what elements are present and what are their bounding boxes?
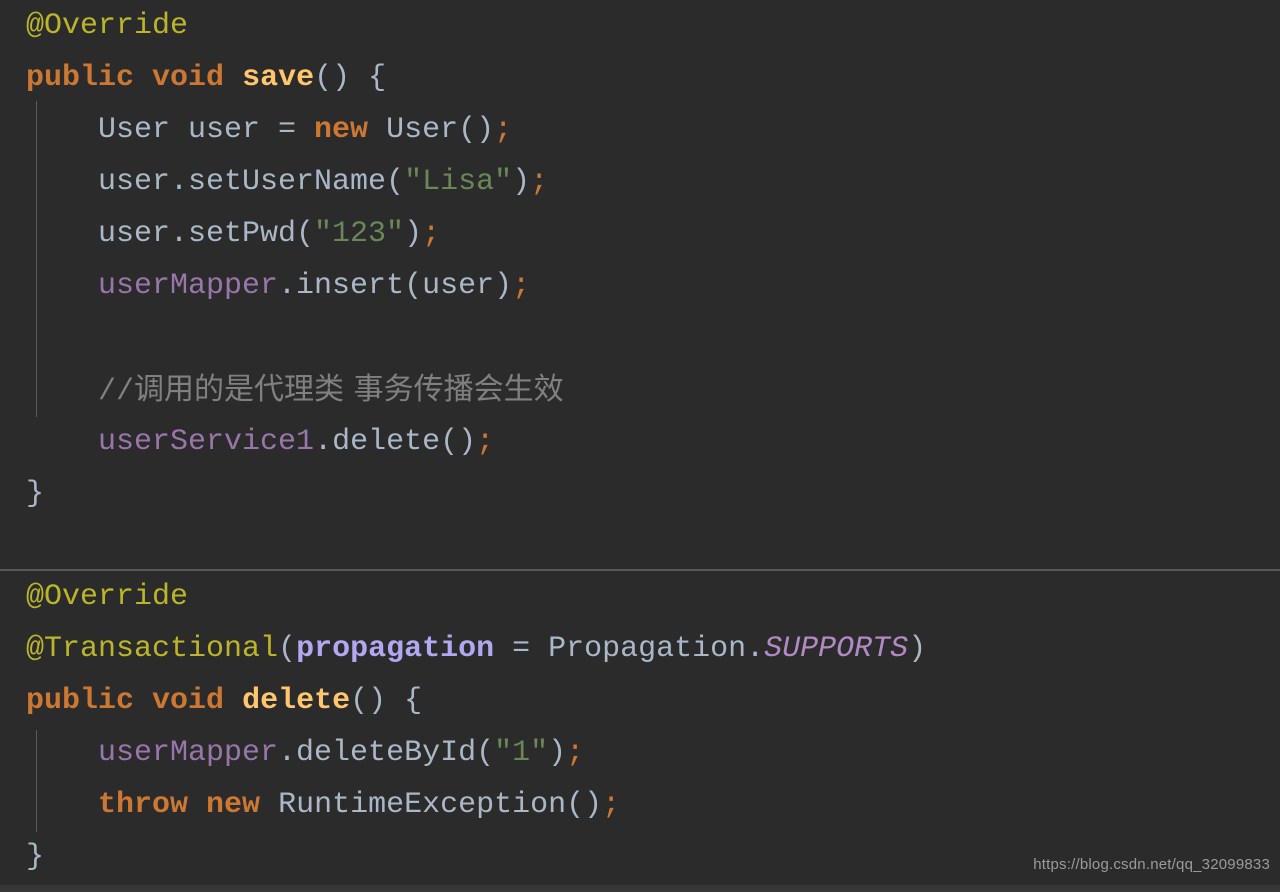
code-token-ident: = Propagation. [494, 632, 765, 666]
code-line[interactable]: user.setUserName("Lisa"); [0, 156, 1280, 208]
code-token-ident [188, 788, 206, 822]
code-token-ident: .insert(user) [278, 269, 513, 303]
code-line[interactable]: //调用的是代理类 事务传播会生效 [0, 364, 1280, 416]
code-token-annotation: @Override [26, 9, 189, 43]
code-token-semicolon: ; [494, 113, 513, 147]
code-line[interactable]: @Override [0, 571, 1280, 623]
code-token-keyword: new [206, 788, 261, 822]
code-token-staticfinal: SUPPORTS [764, 632, 909, 666]
code-token-ident [134, 61, 152, 95]
code-token-ident: user.setUserName( [26, 165, 405, 199]
code-token-string: "123" [314, 217, 405, 251]
code-token-string: "1" [494, 736, 549, 770]
code-token-keyword: public [26, 684, 135, 718]
code-token-ident: user.setPwd( [26, 217, 315, 251]
code-token-ident: ) [404, 217, 423, 251]
code-token-ident: RuntimeException() [260, 788, 603, 822]
code-token-keyword: void [152, 684, 225, 718]
code-line[interactable] [0, 312, 1280, 364]
code-token-annotation: @Transactional [26, 632, 279, 666]
code-token-semicolon: ; [602, 788, 621, 822]
code-token-punct: ( [278, 632, 297, 666]
code-token-ident [26, 425, 98, 459]
code-token-methoddecl: delete [242, 684, 351, 718]
code-token-ident: User user = [26, 113, 315, 147]
code-line[interactable]: public void save() { [0, 52, 1280, 104]
editor-bottom-strip [0, 885, 1280, 892]
code-block-delete-method[interactable]: @Override @Transactional(propagation = Pr… [0, 571, 1280, 885]
code-token-semicolon: ; [530, 165, 549, 199]
code-line[interactable]: @Override [0, 0, 1280, 52]
code-line[interactable]: user.setPwd("123"); [0, 208, 1280, 260]
code-token-semicolon: ; [476, 425, 495, 459]
code-token-semicolon: ; [566, 736, 585, 770]
code-token-annotation: @Override [26, 580, 189, 614]
code-token-keyword: new [314, 113, 369, 147]
code-token-ident: ) [548, 736, 567, 770]
code-line[interactable]: throw new RuntimeException(); [0, 779, 1280, 831]
code-token-field: userService1 [98, 425, 315, 459]
code-token-ident: User() [368, 113, 495, 147]
code-token-keyword: public [26, 61, 135, 95]
code-token-field: userMapper [98, 736, 279, 770]
code-token-punct: } [26, 840, 45, 874]
code-line[interactable]: userService1.delete(); [0, 416, 1280, 468]
code-line[interactable]: userMapper.deleteById("1"); [0, 727, 1280, 779]
code-token-ident [224, 61, 242, 95]
code-token-ident: .delete() [314, 425, 477, 459]
code-token-comment: // [26, 375, 135, 409]
code-token-ident [26, 321, 44, 355]
code-token-ident [134, 684, 152, 718]
code-token-punct: () { [350, 684, 423, 718]
code-token-comment-cjk: 调用的是代理类 事务传播会生效 [134, 372, 564, 407]
code-editor-canvas: @Override public void save() { User user … [0, 0, 1280, 892]
indent-guide-line [36, 730, 37, 832]
code-line[interactable]: @Transactional(propagation = Propagation… [0, 623, 1280, 675]
code-token-keyword: void [152, 61, 225, 95]
csdn-watermark: https://blog.csdn.net/qq_32099833 [1033, 856, 1270, 873]
code-token-semicolon: ; [512, 269, 531, 303]
code-token-ident: ) [512, 165, 531, 199]
code-token-string: "Lisa" [404, 165, 513, 199]
code-token-punct: () { [314, 61, 387, 95]
indent-guide-line [36, 101, 37, 417]
code-line[interactable]: public void delete() { [0, 675, 1280, 727]
code-line[interactable]: User user = new User(); [0, 104, 1280, 156]
code-token-semicolon: ; [422, 217, 441, 251]
code-token-param: propagation [296, 632, 495, 666]
code-token-punct: ) [908, 632, 927, 666]
code-line[interactable]: } [0, 468, 1280, 520]
code-token-keyword: throw [98, 788, 189, 822]
code-token-methoddecl: save [242, 61, 315, 95]
code-token-ident [224, 684, 242, 718]
code-token-punct: } [26, 477, 45, 511]
code-line[interactable]: userMapper.insert(user); [0, 260, 1280, 312]
code-token-field: userMapper [98, 269, 279, 303]
code-block-save-method[interactable]: @Override public void save() { User user … [0, 0, 1280, 568]
code-token-ident: .deleteById( [278, 736, 495, 770]
